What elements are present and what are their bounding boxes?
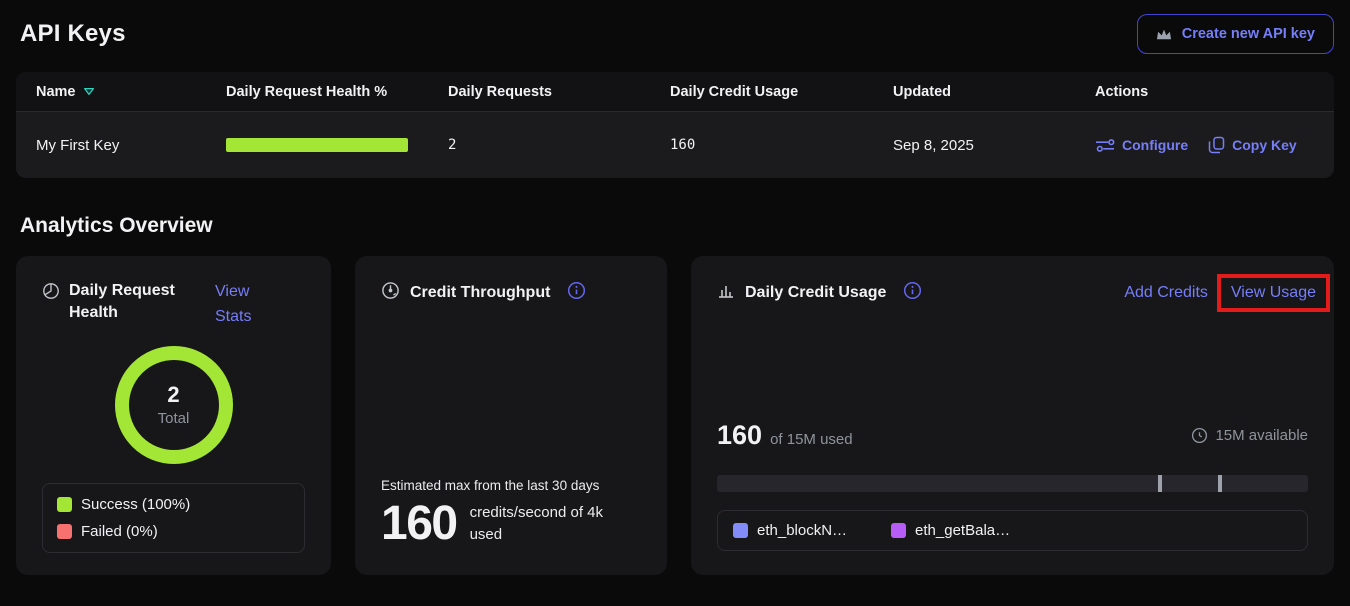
donut-total-label: Total xyxy=(158,410,190,427)
donut-total-value: 2 xyxy=(167,382,179,408)
gauge-icon xyxy=(381,281,400,305)
column-header-actions: Actions xyxy=(1095,84,1314,100)
legend-item-eth-blocknumber: eth_blockN… xyxy=(733,522,847,539)
pie-chart-icon xyxy=(42,282,60,300)
create-api-key-label: Create new API key xyxy=(1182,26,1315,42)
usage-summary-row: 160 of 15M used 15M available xyxy=(717,420,1308,451)
configure-label: Configure xyxy=(1122,137,1188,153)
usage-legend: eth_blockN… eth_getBala… xyxy=(717,510,1308,551)
table-row: My First Key 2 160 Sep 8, 2025 Configure… xyxy=(16,112,1334,178)
clock-gauge-icon xyxy=(1191,427,1208,444)
column-header-name[interactable]: Name xyxy=(36,84,226,100)
analytics-section-title: Analytics Overview xyxy=(20,214,1350,238)
sliders-icon xyxy=(1095,138,1115,153)
bar-chart-icon xyxy=(717,281,735,304)
throughput-value: 160 xyxy=(381,501,457,547)
page-title: API Keys xyxy=(20,20,126,48)
donut-ring: 2 Total xyxy=(115,346,233,464)
legend-item-eth-getbalance: eth_getBala… xyxy=(891,522,1010,539)
health-bar xyxy=(226,138,408,152)
card-header: Daily Request Health View Stats xyxy=(42,280,305,330)
eth-getbalance-swatch xyxy=(891,523,906,538)
info-icon[interactable] xyxy=(903,281,922,305)
api-keys-table: Name Daily Request Health % Daily Reques… xyxy=(16,72,1334,178)
copy-key-button[interactable]: Copy Key xyxy=(1208,136,1297,154)
updated-cell: Sep 8, 2025 xyxy=(893,137,1095,154)
view-usage-link[interactable]: View Usage xyxy=(1231,284,1316,301)
usage-used-suffix: of 15M used xyxy=(770,431,853,448)
card-header-links: Add Credits View Usage xyxy=(1124,284,1308,302)
available-label: 15M available xyxy=(1215,427,1308,444)
column-name-label: Name xyxy=(36,84,76,100)
usage-used-value: 160 xyxy=(717,420,762,451)
column-header-daily-credit-usage: Daily Credit Usage xyxy=(670,84,893,100)
copy-icon xyxy=(1208,136,1225,154)
usage-bar-marker xyxy=(1218,475,1222,492)
usage-available: 15M available xyxy=(1191,427,1308,444)
legend-item-failed: Failed (0%) xyxy=(57,523,290,540)
column-header-updated: Updated xyxy=(893,84,1095,100)
sort-chevron-icon[interactable] xyxy=(83,87,95,96)
legend-item-success: Success (100%) xyxy=(57,496,290,513)
card-title: Daily Credit Usage xyxy=(745,282,886,304)
eth-getbalance-label: eth_getBala… xyxy=(915,522,1010,539)
card-header: Daily Credit Usage Add Credits View Usag… xyxy=(717,280,1308,305)
usage-bar-marker xyxy=(1158,475,1162,492)
health-bar-fill xyxy=(226,138,408,152)
success-label: Success (100%) xyxy=(81,496,190,513)
failed-label: Failed (0%) xyxy=(81,523,158,540)
key-name-cell: My First Key xyxy=(36,137,226,154)
card-title: Daily Request Health xyxy=(69,280,181,323)
daily-request-health-card: Daily Request Health View Stats 2 Total … xyxy=(16,256,331,575)
card-title: Credit Throughput xyxy=(410,282,550,304)
analytics-cards: Daily Request Health View Stats 2 Total … xyxy=(16,256,1334,575)
daily-credit-usage-card: Daily Credit Usage Add Credits View Usag… xyxy=(691,256,1334,575)
card-header: Credit Throughput xyxy=(381,280,641,305)
column-header-health: Daily Request Health % xyxy=(226,84,448,100)
configure-button[interactable]: Configure xyxy=(1095,136,1188,154)
daily-requests-cell: 2 xyxy=(448,137,670,153)
request-health-donut-chart: 2 Total xyxy=(42,346,305,464)
actions-cell: Configure Copy Key xyxy=(1095,136,1314,154)
daily-credit-usage-cell: 160 xyxy=(670,137,893,153)
view-stats-link[interactable]: View Stats xyxy=(215,280,267,330)
health-legend: Success (100%) Failed (0%) xyxy=(42,483,305,553)
table-header-row: Name Daily Request Health % Daily Reques… xyxy=(16,72,1334,112)
failed-swatch xyxy=(57,524,72,539)
credit-usage-progress-bar xyxy=(717,475,1308,492)
topbar: API Keys Create new API key xyxy=(20,14,1334,54)
copy-key-label: Copy Key xyxy=(1232,137,1297,153)
credit-throughput-card: Credit Throughput Estimated max from the… xyxy=(355,256,667,575)
eth-blocknumber-label: eth_blockN… xyxy=(757,522,847,539)
add-credits-link[interactable]: Add Credits xyxy=(1124,284,1208,302)
throughput-stat: 160 credits/second of 4k used xyxy=(381,501,641,551)
column-header-daily-requests: Daily Requests xyxy=(448,84,670,100)
throughput-unit: credits/second of 4k used xyxy=(470,502,628,547)
eth-blocknumber-swatch xyxy=(733,523,748,538)
create-api-key-button[interactable]: Create new API key xyxy=(1137,14,1334,54)
info-icon[interactable] xyxy=(567,281,586,305)
crown-icon xyxy=(1156,28,1172,41)
throughput-caption: Estimated max from the last 30 days xyxy=(381,478,641,493)
success-swatch xyxy=(57,497,72,512)
